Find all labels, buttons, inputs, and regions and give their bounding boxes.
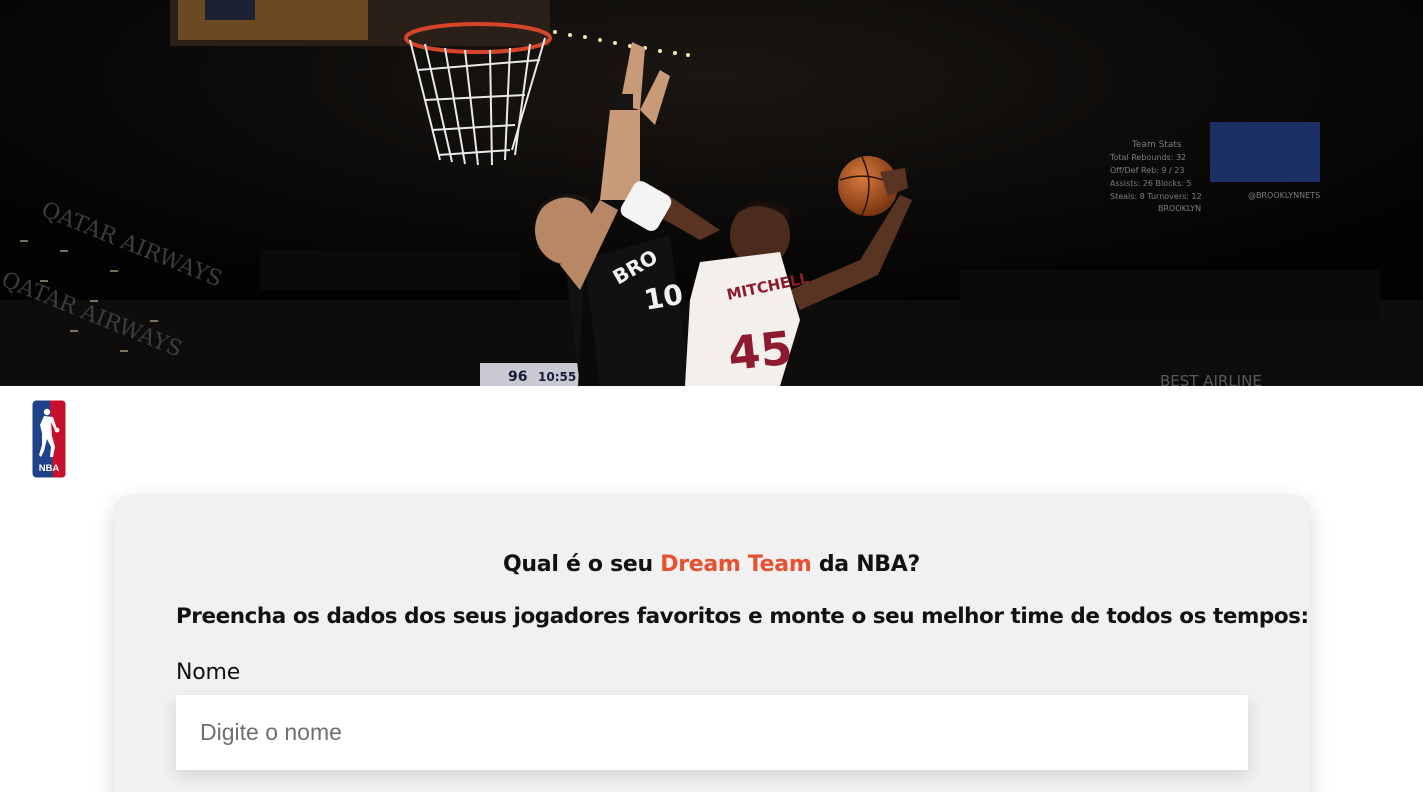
svg-text:96: 96 [508,369,527,385]
svg-text:Steals: 8 Turnovers: 12: Steals: 8 Turnovers: 12 [1110,192,1202,201]
headline-accent: Dream Team [660,552,812,577]
hero-photo: QATAR AIRWAYS QATAR AIRWAYS Team Stats T… [0,0,1423,386]
svg-text:Team Stats: Team Stats [1131,140,1182,150]
form-subtitle: Preencha os dados dos seus jogadores fav… [176,604,1309,629]
headline-suffix: da NBA? [811,552,920,577]
svg-text:Off/Def Reb: 9 / 23: Off/Def Reb: 9 / 23 [1110,166,1184,175]
svg-text:BEST AIRLINE: BEST AIRLINE [1160,372,1262,386]
nba-logo[interactable]: NBA [31,399,67,479]
svg-text:NBA: NBA [39,463,60,474]
svg-text:45: 45 [726,321,795,381]
headline-prefix: Qual é o seu [503,552,661,577]
name-input[interactable] [176,695,1248,770]
hero-banner: QATAR AIRWAYS QATAR AIRWAYS Team Stats T… [0,0,1423,386]
form-headline: Qual é o seu Dream Team da NBA? [0,552,1423,577]
svg-text:10: 10 [641,278,685,317]
svg-text:Assists: 26 Blocks: 5: Assists: 26 Blocks: 5 [1110,179,1192,188]
svg-text:@BROOKLYNNETS: @BROOKLYNNETS [1248,191,1320,200]
svg-text:Total Rebounds: 32: Total Rebounds: 32 [1109,153,1186,162]
name-label: Nome [176,660,241,685]
nba-logo-icon: NBA [31,399,67,479]
svg-text:BROOKLYN: BROOKLYN [1158,204,1201,213]
svg-text:10:55: 10:55 [538,370,576,384]
